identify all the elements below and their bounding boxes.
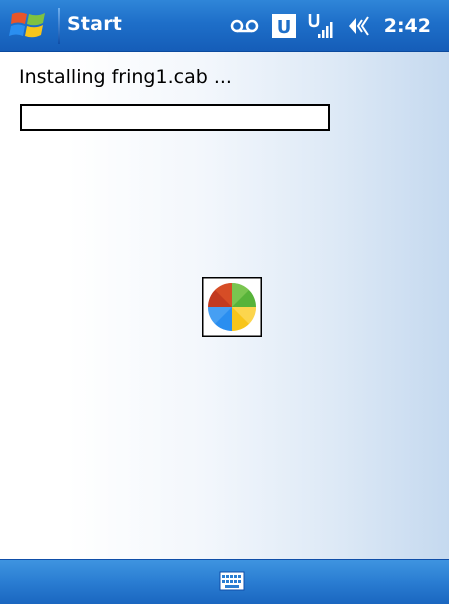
- system-tray: U 2:42: [230, 10, 431, 42]
- speaker-icon[interactable]: [346, 14, 372, 38]
- install-progress-bar: [20, 104, 330, 131]
- voicemail-icon[interactable]: [230, 18, 260, 34]
- keyboard-icon[interactable]: [219, 570, 245, 592]
- install-content: Installing fring1.cab ...: [0, 52, 449, 559]
- title-bar: Start U 2:42: [0, 0, 449, 52]
- install-status-text: Installing fring1.cab ...: [19, 66, 232, 88]
- windows-logo-icon: [201, 276, 263, 338]
- title-start[interactable]: Start: [67, 13, 122, 35]
- svg-text:U: U: [276, 17, 291, 38]
- title-divider: [58, 8, 60, 44]
- signal-icon[interactable]: [308, 12, 334, 40]
- clock[interactable]: 2:42: [384, 15, 431, 37]
- windows-start-icon[interactable]: [8, 8, 52, 44]
- menu-bar: [0, 559, 449, 604]
- u-badge-icon[interactable]: U: [271, 14, 296, 38]
